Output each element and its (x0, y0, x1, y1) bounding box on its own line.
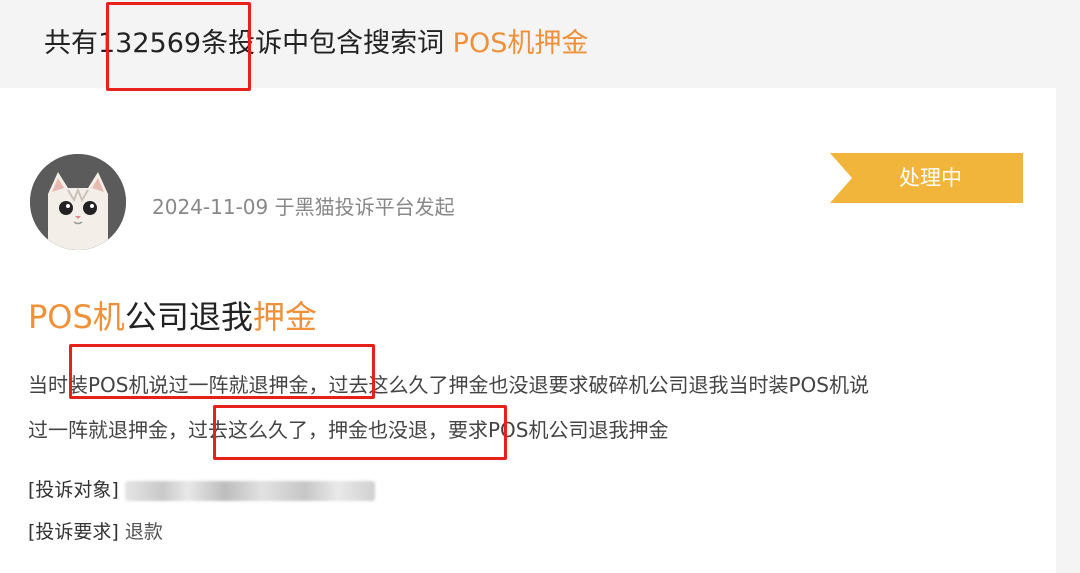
highlight-box-phrase-2 (213, 405, 507, 460)
highlight-box-phrase-1 (69, 344, 375, 399)
complaint-demand-label: [投诉要求] (28, 521, 119, 543)
content-line: 过一阵就退押金，过去这么久了，押金也没退，要求POS机公司退我押金 (28, 418, 669, 442)
search-keyword: POS机押金 (452, 28, 589, 59)
complaint-title[interactable]: POS机公司退我押金 (28, 295, 317, 339)
redacted-company-name (124, 480, 375, 501)
complaint-target: [投诉对象] (28, 475, 375, 502)
complaint-target-label: [投诉对象] (28, 479, 119, 501)
status-badge: 处理中 (830, 153, 1023, 203)
highlight-box-count (106, 2, 251, 91)
complaint-date-source: 2024-11-09 于黑猫投诉平台发起 (152, 195, 455, 219)
status-label: 处理中 (899, 166, 962, 190)
complaint-demand: [投诉要求] 退款 (28, 517, 163, 544)
cat-avatar-icon (30, 154, 126, 250)
complaint-card[interactable]: 2024-11-09 于黑猫投诉平台发起 处理中 POS机公司退我押金 当时装P… (0, 88, 1056, 573)
complaint-demand-value: 退款 (124, 521, 163, 543)
